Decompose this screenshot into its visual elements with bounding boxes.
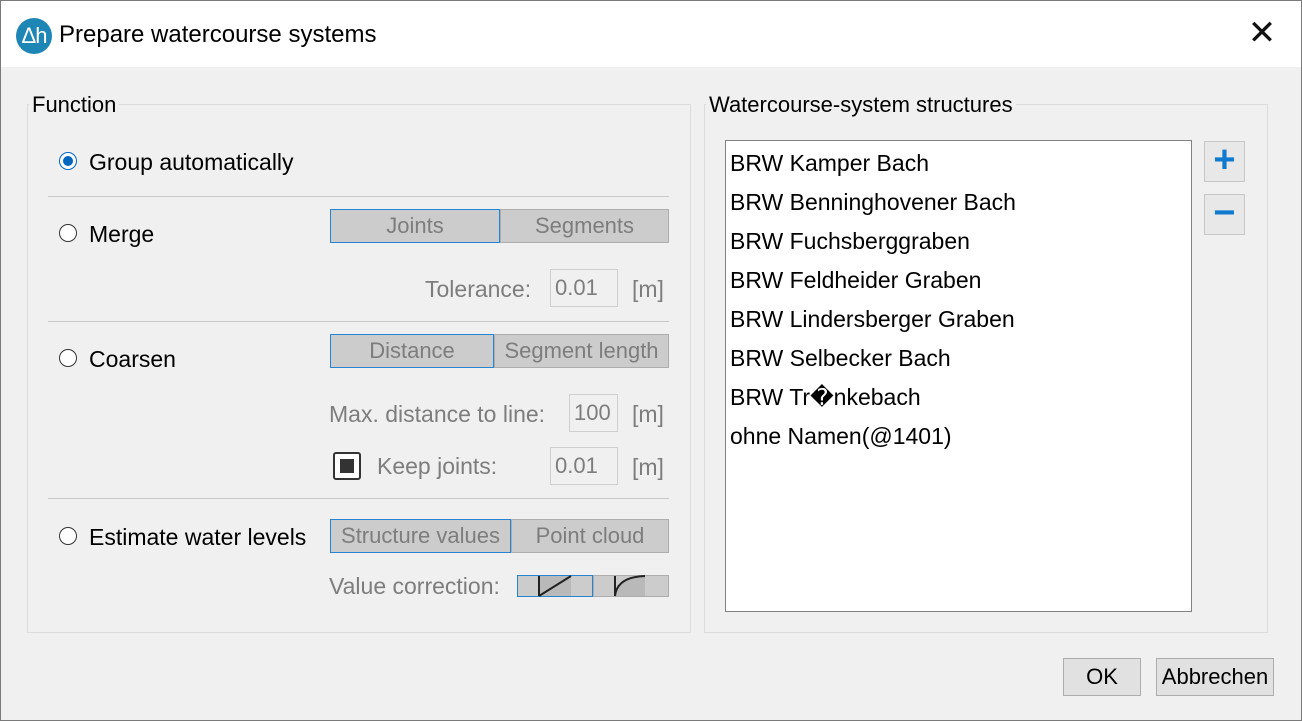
close-icon[interactable]: ✕ [1239, 13, 1285, 53]
keep-joints-unit: [m] [632, 454, 664, 480]
list-item[interactable]: BRW Kamper Bach [726, 144, 1191, 183]
curve-correction-button[interactable] [593, 575, 669, 597]
merge-label[interactable]: Merge [89, 221, 154, 248]
coarsen-label[interactable]: Coarsen [89, 346, 176, 373]
window-title: Prepare watercourse systems [59, 21, 377, 48]
tolerance-input[interactable]: 0.01 [550, 269, 618, 307]
linear-correction-button[interactable] [517, 575, 593, 597]
max-distance-input[interactable]: 100 [569, 394, 618, 432]
linear-correction-icon [538, 575, 572, 597]
structures-listbox[interactable]: BRW Kamper Bach BRW Benninghovener Bach … [725, 140, 1192, 612]
list-item[interactable]: BRW Lindersberger Graben [726, 300, 1191, 339]
list-item[interactable]: BRW Tr�nkebach [726, 378, 1191, 417]
curve-correction-icon [614, 575, 646, 597]
group-automatically-radio[interactable] [59, 152, 77, 170]
value-correction-label: Value correction: [329, 573, 500, 599]
cancel-button[interactable]: Abbrechen [1156, 658, 1274, 696]
function-group-title: Function [29, 92, 120, 118]
list-item[interactable]: BRW Selbecker Bach [726, 339, 1191, 378]
keep-joints-checkbox[interactable] [333, 452, 361, 480]
group-automatically-label[interactable]: Group automatically [89, 149, 294, 176]
coarsen-distance-button[interactable]: Distance [330, 334, 494, 368]
separator [48, 498, 669, 499]
estimate-water-levels-label[interactable]: Estimate water levels [89, 524, 306, 551]
title-bar[interactable]: Δh Prepare watercourse systems ✕ [1, 1, 1301, 67]
separator [48, 321, 669, 322]
keep-joints-input[interactable]: 0.01 [550, 447, 618, 485]
tolerance-unit: [m] [632, 276, 664, 302]
list-item[interactable]: ohne Namen(@1401) [726, 417, 1191, 456]
dialog-window: Δh Prepare watercourse systems ✕ Functio… [0, 0, 1302, 721]
ok-button[interactable]: OK [1063, 658, 1141, 696]
tolerance-label: Tolerance: [425, 276, 532, 302]
coarsen-segment-length-button[interactable]: Segment length [494, 334, 669, 368]
separator [48, 196, 669, 197]
estimate-water-levels-radio[interactable] [59, 527, 77, 545]
remove-structure-button[interactable]: − [1204, 194, 1245, 235]
add-structure-button[interactable]: + [1204, 141, 1245, 182]
list-item[interactable]: BRW Benninghovener Bach [726, 183, 1191, 222]
structures-group-title: Watercourse-system structures [706, 92, 1016, 118]
point-cloud-button[interactable]: Point cloud [511, 519, 669, 553]
merge-segments-button[interactable]: Segments [500, 209, 669, 243]
coarsen-radio[interactable] [59, 349, 77, 367]
structure-values-button[interactable]: Structure values [330, 519, 511, 553]
max-distance-label: Max. distance to line: [329, 401, 546, 427]
merge-radio[interactable] [59, 224, 77, 242]
list-item[interactable]: BRW Fuchsberggraben [726, 222, 1191, 261]
list-item[interactable]: BRW Feldheider Graben [726, 261, 1191, 300]
app-icon: Δh [16, 18, 52, 54]
max-distance-unit: [m] [632, 401, 664, 427]
merge-joints-button[interactable]: Joints [330, 209, 500, 243]
keep-joints-label: Keep joints: [377, 453, 498, 479]
